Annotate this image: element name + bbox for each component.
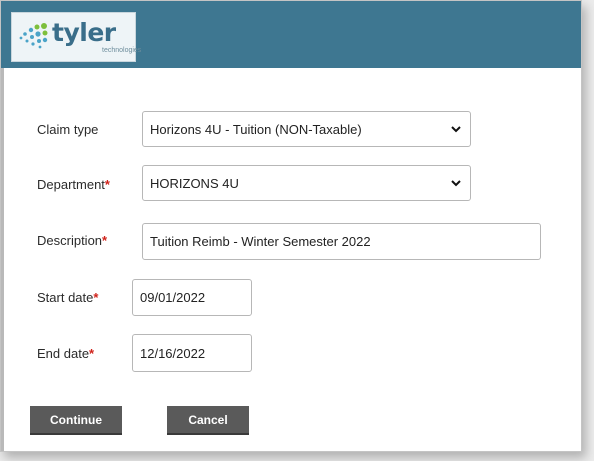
start-date-label-text: Start date bbox=[37, 290, 94, 305]
department-select[interactable]: HORIZONS 4U bbox=[142, 165, 471, 201]
department-label: Department* bbox=[37, 177, 110, 193]
department-label-text: Department bbox=[37, 177, 105, 192]
tyler-dots-icon bbox=[19, 23, 48, 49]
claim-type-select[interactable]: Horizons 4U - Tuition (NON-Taxable) bbox=[142, 111, 471, 147]
chevron-down-icon bbox=[451, 180, 461, 187]
required-asterisk: * bbox=[89, 346, 95, 361]
department-value: HORIZONS 4U bbox=[150, 175, 239, 191]
cancel-button[interactable]: Cancel bbox=[167, 406, 249, 435]
claim-form-window: tyler technologies Claim type Horizons 4… bbox=[0, 0, 582, 452]
chevron-down-icon bbox=[451, 126, 461, 133]
start-date-label: Start date* bbox=[37, 290, 98, 306]
description-value: Tuition Reimb - Winter Semester 2022 bbox=[150, 234, 371, 249]
tyler-logo: tyler technologies bbox=[11, 12, 141, 62]
claim-type-label: Claim type bbox=[37, 122, 98, 138]
end-date-value: 12/16/2022 bbox=[140, 345, 206, 361]
start-date-input[interactable]: 09/01/2022 bbox=[132, 279, 252, 316]
description-input[interactable]: Tuition Reimb - Winter Semester 2022 bbox=[142, 223, 541, 260]
required-asterisk: * bbox=[102, 233, 108, 248]
end-date-input[interactable]: 12/16/2022 bbox=[132, 334, 252, 372]
brand-tagline: technologies bbox=[102, 47, 142, 54]
brand-name: tyler bbox=[52, 18, 116, 47]
claim-type-label-text: Claim type bbox=[37, 122, 99, 137]
start-date-value: 09/01/2022 bbox=[140, 290, 206, 305]
claim-type-value: Horizons 4U - Tuition (NON-Taxable) bbox=[150, 121, 362, 137]
continue-button[interactable]: Continue bbox=[30, 406, 122, 435]
end-date-label-text: End date bbox=[37, 346, 90, 361]
app-header: tyler technologies bbox=[1, 1, 581, 68]
required-asterisk: * bbox=[104, 177, 110, 192]
description-label-text: Description bbox=[37, 233, 103, 248]
end-date-label: End date* bbox=[37, 346, 94, 362]
required-asterisk: * bbox=[93, 290, 99, 305]
description-label: Description* bbox=[37, 233, 107, 249]
